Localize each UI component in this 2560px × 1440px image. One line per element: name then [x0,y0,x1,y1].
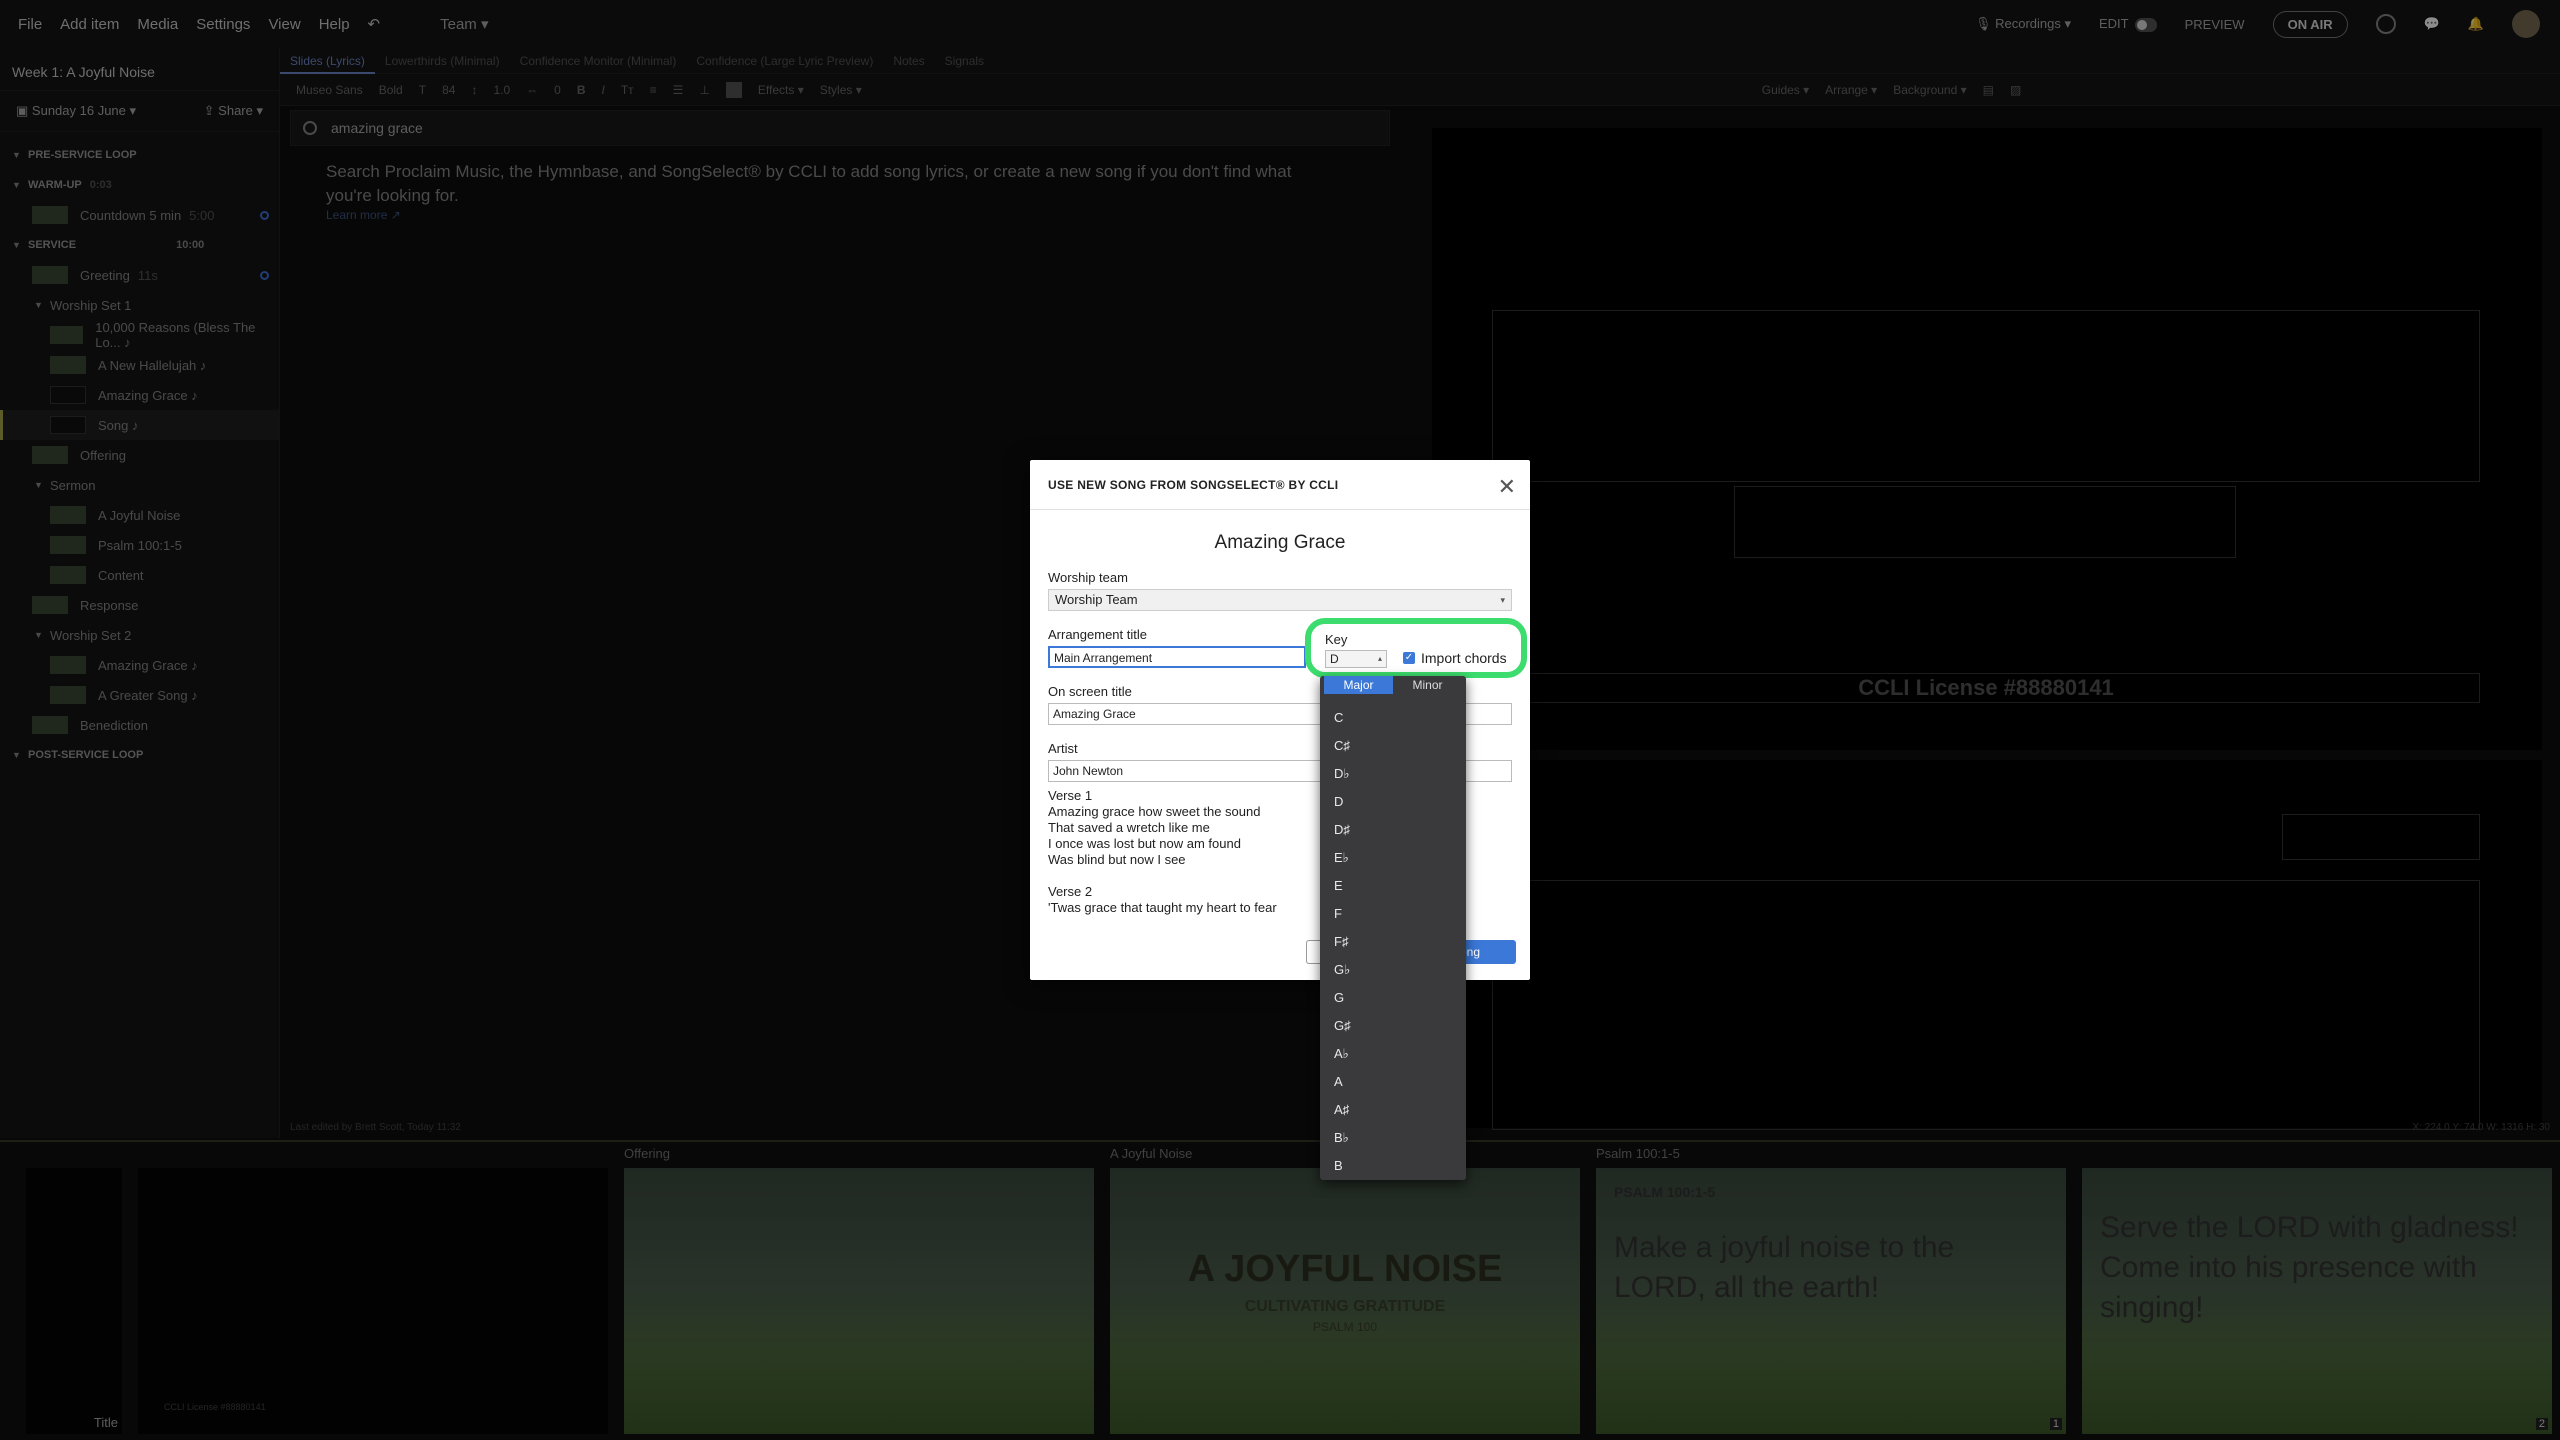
import-chords-label[interactable]: Import chords [1421,650,1507,666]
key-option[interactable]: G♭ [1320,956,1466,984]
worship-team-select[interactable]: Worship Team ▾ [1048,589,1512,611]
key-option[interactable]: E [1320,872,1466,900]
dialog-header: USE NEW SONG FROM SONGSELECT® BY CCLI [1030,460,1530,510]
key-mode-tabs: Major Minor [1324,676,1462,694]
key-option[interactable]: G♯ [1320,1012,1466,1040]
key-label: Key [1325,632,1348,647]
key-option[interactable]: E♭ [1320,844,1466,872]
key-value: D [1330,652,1339,666]
chevron-up-down-icon: ▴ [1377,654,1382,663]
key-select[interactable]: D ▴ [1325,650,1387,668]
chevron-down-icon: ▾ [1500,595,1505,605]
key-selector-highlight: Key D ▴ ✓ Import chords [1305,618,1527,678]
key-option[interactable]: C♯ [1320,732,1466,760]
key-option[interactable]: A♯ [1320,1096,1466,1124]
close-icon[interactable]: ✕ [1498,474,1516,500]
worship-team-value: Worship Team [1055,592,1138,607]
key-option[interactable]: A♭ [1320,1040,1466,1068]
minor-tab[interactable]: Minor [1393,676,1462,694]
key-options: C C♯ D♭ D D♯ E♭ E F F♯ G♭ G G♯ A♭ A A♯ B♭ B [1320,704,1466,1180]
key-option[interactable]: F♯ [1320,928,1466,956]
import-chords-checkbox[interactable]: ✓ [1403,652,1415,664]
worship-team-label: Worship team [1048,570,1128,585]
arrangement-title-input[interactable]: Main Arrangement [1048,646,1306,668]
key-option[interactable]: G [1320,984,1466,1012]
song-title: Amazing Grace [1214,532,1346,553]
major-tab[interactable]: Major [1324,676,1393,694]
key-option[interactable]: A [1320,1068,1466,1096]
key-option[interactable]: D [1320,788,1466,816]
key-option[interactable]: D♭ [1320,760,1466,788]
key-option[interactable]: B [1320,1152,1466,1180]
key-option[interactable]: C [1320,704,1466,732]
key-option[interactable]: D♯ [1320,816,1466,844]
key-option[interactable]: B♭ [1320,1124,1466,1152]
key-dropdown: Major Minor C C♯ D♭ D D♯ E♭ E F F♯ G♭ G G♯ A♭ A A♯ B♭ B [1320,676,1466,1180]
key-option[interactable]: F [1320,900,1466,928]
